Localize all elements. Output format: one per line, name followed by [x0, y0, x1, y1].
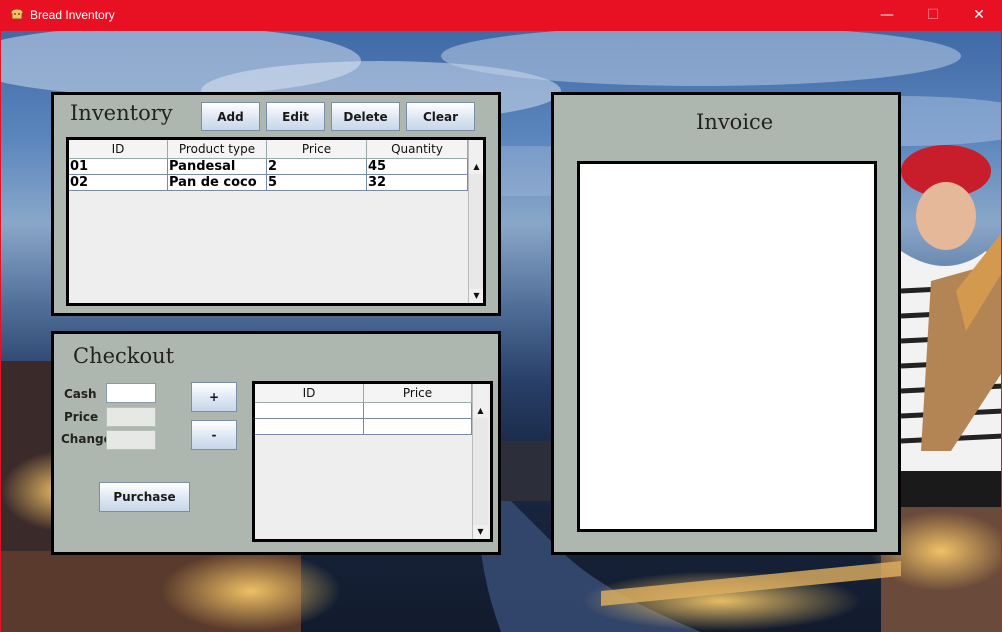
- scroll-down-icon[interactable]: ▼: [473, 525, 488, 539]
- inventory-scrollbar[interactable]: ▲ ▼: [468, 140, 483, 303]
- table-row[interactable]: [255, 419, 472, 435]
- cell-id[interactable]: 01: [69, 159, 168, 175]
- change-field[interactable]: [106, 430, 156, 450]
- clear-button[interactable]: Clear: [406, 102, 475, 131]
- cart-scrollbar[interactable]: ▲ ▼: [472, 384, 488, 539]
- table-row[interactable]: 02 Pan de coco 5 32: [69, 175, 468, 191]
- inventory-panel: Inventory Add Edit Delete Clear ID Produ…: [51, 92, 501, 316]
- cell-product-type[interactable]: Pan de coco: [168, 175, 267, 191]
- cash-input[interactable]: [106, 383, 156, 403]
- cart-table[interactable]: ID Price ▲ ▼: [252, 381, 493, 542]
- cell-price[interactable]: 5: [267, 175, 367, 191]
- price-field[interactable]: [106, 407, 156, 427]
- cart-table-header: ID Price: [255, 384, 472, 403]
- column-header-id[interactable]: ID: [255, 384, 364, 402]
- scroll-down-icon[interactable]: ▼: [469, 289, 483, 303]
- checkout-heading: Checkout: [73, 344, 175, 368]
- cash-label: Cash: [64, 387, 97, 401]
- close-button[interactable]: ✕: [956, 0, 1002, 31]
- minimize-button[interactable]: —: [864, 0, 910, 31]
- cell-id[interactable]: 02: [69, 175, 168, 191]
- cell-price[interactable]: [364, 419, 472, 435]
- invoice-text-area[interactable]: [577, 161, 877, 532]
- inventory-table[interactable]: ID Product type Price Quantity 01 Pandes…: [66, 137, 486, 306]
- cell-price[interactable]: 2: [267, 159, 367, 175]
- inventory-table-body: 01 Pandesal 2 45 02 Pan de coco 5 32: [69, 159, 468, 191]
- column-header-quantity[interactable]: Quantity: [367, 140, 468, 158]
- maximize-button[interactable]: ☐: [910, 0, 956, 31]
- add-item-button[interactable]: +: [191, 382, 237, 412]
- cart-table-body: [255, 403, 472, 435]
- column-header-price[interactable]: Price: [364, 384, 472, 402]
- cell-quantity[interactable]: 32: [367, 175, 468, 191]
- checkout-panel: Checkout Cash Price Change + - Purchase …: [51, 331, 501, 555]
- add-button[interactable]: Add: [201, 102, 260, 131]
- cell-id[interactable]: [255, 419, 364, 435]
- invoice-heading: Invoice: [696, 110, 774, 134]
- scroll-up-icon[interactable]: ▲: [473, 404, 488, 418]
- change-label: Change: [61, 432, 112, 446]
- cell-quantity[interactable]: 45: [367, 159, 468, 175]
- table-row[interactable]: [255, 403, 472, 419]
- column-header-price[interactable]: Price: [267, 140, 367, 158]
- purchase-button[interactable]: Purchase: [99, 482, 190, 512]
- invoice-panel: Invoice: [551, 92, 901, 555]
- cell-id[interactable]: [255, 403, 364, 419]
- delete-button[interactable]: Delete: [331, 102, 400, 131]
- cell-price[interactable]: [364, 403, 472, 419]
- scroll-track[interactable]: [469, 174, 483, 289]
- cell-product-type[interactable]: Pandesal: [168, 159, 267, 175]
- edit-button[interactable]: Edit: [266, 102, 325, 131]
- inventory-table-header: ID Product type Price Quantity: [69, 140, 468, 159]
- window-title: Bread Inventory: [30, 8, 115, 22]
- scroll-up-icon[interactable]: ▲: [469, 160, 483, 174]
- scroll-track[interactable]: [473, 418, 488, 525]
- table-row[interactable]: 01 Pandesal 2 45: [69, 159, 468, 175]
- title-bar: Bread Inventory — ☐ ✕: [0, 0, 1002, 31]
- inventory-heading: Inventory: [70, 101, 173, 125]
- price-label: Price: [64, 410, 99, 424]
- column-header-id[interactable]: ID: [69, 140, 168, 158]
- remove-item-button[interactable]: -: [191, 420, 237, 450]
- column-header-product-type[interactable]: Product type: [168, 140, 267, 158]
- bread-icon: [10, 8, 24, 20]
